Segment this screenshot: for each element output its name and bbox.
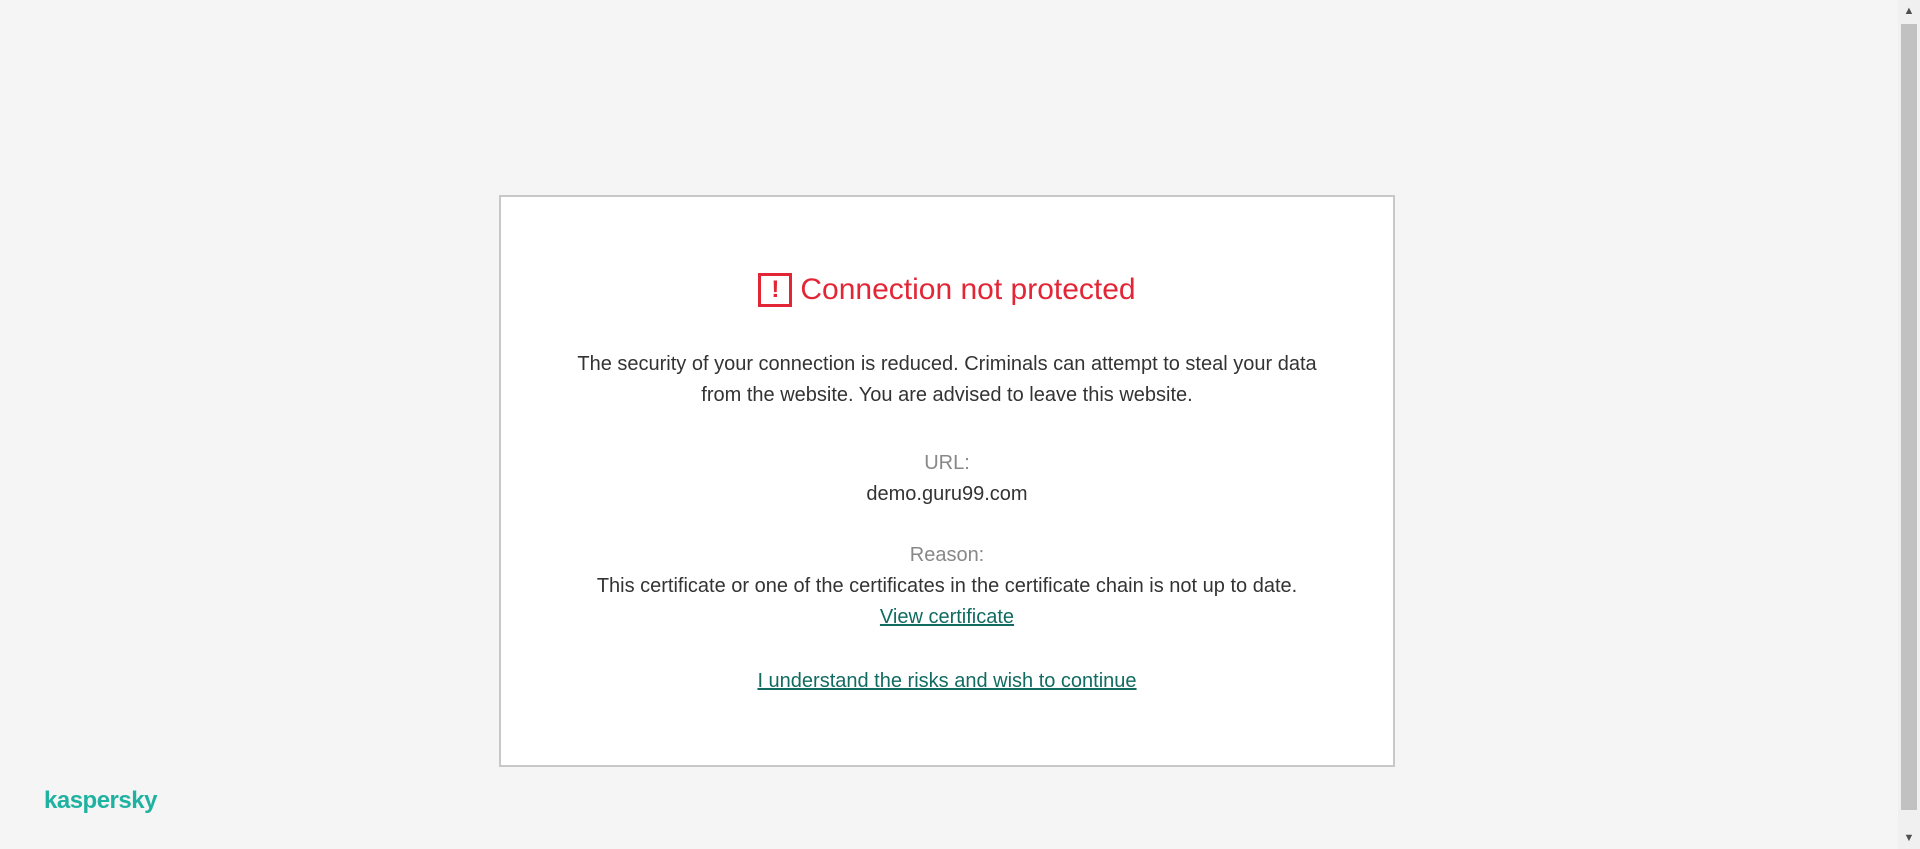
vertical-scrollbar[interactable]: ▲ ▼ <box>1898 0 1920 849</box>
page: ! Connection not protected The security … <box>0 0 1920 849</box>
scrollbar-thumb[interactable] <box>1901 24 1917 810</box>
page-title: Connection not protected <box>800 273 1136 306</box>
alert-square-icon: ! <box>758 273 793 307</box>
reason-value: This certificate or one of the certifica… <box>596 575 1298 597</box>
warning-description: The security of your connection is reduc… <box>577 353 1317 406</box>
url-value: demo.guru99.com <box>866 483 1028 505</box>
reason-label: Reason: <box>909 544 985 566</box>
kaspersky-logo: kaspersky <box>44 787 157 814</box>
view-certificate-link[interactable]: View certificate <box>880 602 1014 633</box>
continue-anyway-link[interactable]: I understand the risks and wish to conti… <box>757 666 1136 697</box>
url-label: URL: <box>924 452 970 474</box>
scroll-up-arrow-icon[interactable]: ▲ <box>1898 0 1920 22</box>
scroll-down-arrow-icon[interactable]: ▼ <box>1898 827 1920 849</box>
warning-card: ! Connection not protected The security … <box>499 195 1395 767</box>
title-row: ! Connection not protected <box>501 273 1393 307</box>
